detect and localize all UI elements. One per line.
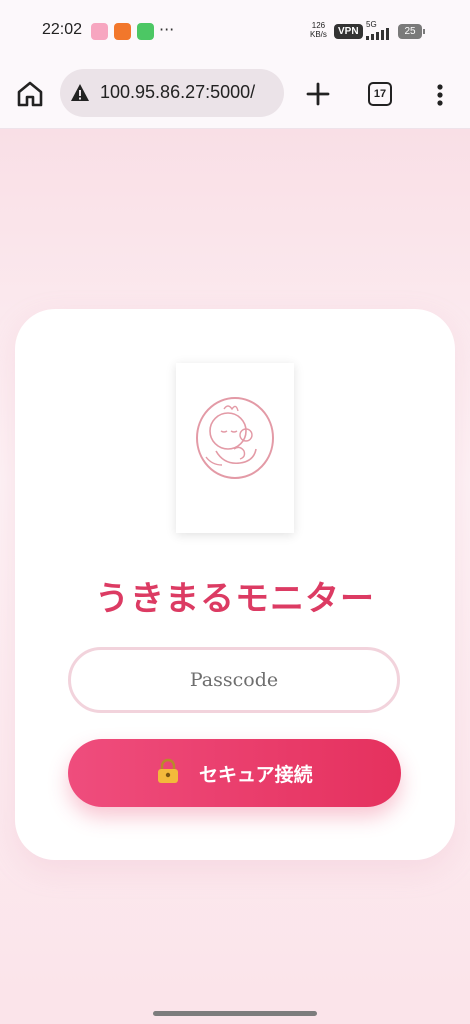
network-speed: 126 KB/s bbox=[310, 21, 327, 39]
page-background: うきまるモニター セキュア接続 bbox=[0, 129, 470, 1004]
network-speed-unit: KB/s bbox=[310, 30, 327, 39]
home-button[interactable] bbox=[14, 78, 46, 110]
passcode-input[interactable] bbox=[68, 647, 400, 713]
shopping-app-icon bbox=[114, 23, 131, 40]
vpn-badge: VPN bbox=[334, 24, 363, 39]
photo-app-icon bbox=[91, 23, 108, 40]
plus-icon bbox=[306, 82, 330, 106]
network-type: 5G bbox=[366, 20, 377, 29]
lock-icon bbox=[158, 758, 179, 783]
warning-icon[interactable] bbox=[70, 83, 90, 103]
address-bar[interactable]: 100.95.86.27:5000/ bbox=[60, 69, 284, 117]
line-app-icon bbox=[137, 23, 154, 40]
baby-logo-icon bbox=[196, 397, 274, 479]
browser-toolbar: 100.95.86.27:5000/ 17 bbox=[0, 62, 470, 129]
secure-connect-button[interactable]: セキュア接続 bbox=[68, 739, 401, 807]
url-text[interactable]: 100.95.86.27:5000/ bbox=[100, 82, 255, 103]
app-logo bbox=[176, 363, 294, 533]
battery-level: 25 bbox=[404, 26, 416, 37]
tab-switcher-button[interactable]: 17 bbox=[368, 82, 392, 106]
navigation-bar bbox=[0, 1004, 470, 1024]
network-speed-value: 126 bbox=[311, 21, 326, 30]
tab-count: 17 bbox=[373, 88, 387, 100]
new-tab-button[interactable] bbox=[303, 79, 333, 109]
status-bar: 22:02 ··· 126 KB/s VPN 5G 25 bbox=[0, 0, 470, 62]
more-notifications-icon: ··· bbox=[159, 20, 175, 39]
login-card: うきまるモニター セキュア接続 bbox=[15, 309, 455, 860]
battery-icon: 25 bbox=[398, 24, 425, 39]
more-vertical-icon bbox=[437, 84, 443, 106]
page-title: うきまるモニター bbox=[95, 579, 375, 619]
secure-connect-label: セキュア接続 bbox=[199, 763, 313, 786]
status-time: 22:02 bbox=[42, 21, 83, 38]
home-icon bbox=[17, 81, 43, 107]
gesture-handle[interactable] bbox=[153, 1011, 317, 1016]
browser-menu-button[interactable] bbox=[428, 80, 452, 110]
